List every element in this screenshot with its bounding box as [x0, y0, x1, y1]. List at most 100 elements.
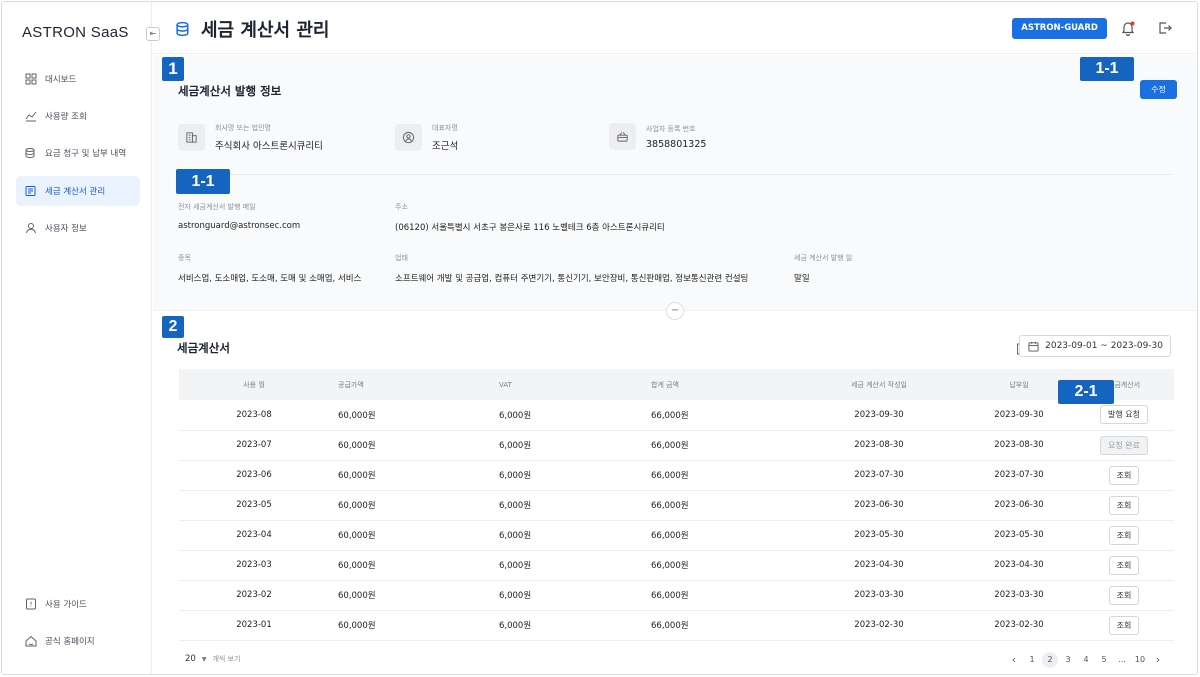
date-range-picker[interactable]: 2023-09-01 ~ 2023-09-30: [1019, 335, 1171, 357]
page-number[interactable]: 4: [1077, 652, 1095, 668]
table-row: 2023-04 60,000원 6,000원 66,000원 2023-05-30 202…: [179, 520, 1174, 551]
sidebar-item-label: 요금 청구 및 납부 내역: [45, 149, 127, 159]
page-size-select[interactable]: 20 ▼ 개씩 보기: [185, 654, 240, 664]
page-number[interactable]: 3: [1059, 652, 1077, 668]
table-cell-total: 66,000원: [634, 520, 794, 551]
table-row: 2023-03 60,000원 6,000원 66,000원 2023-04-30 202…: [179, 550, 1174, 581]
company-info: 회사명 또는 법인명 주식회사 아스트론시큐리티: [178, 123, 323, 152]
issue-info-section: 세금계산서 발행 정보 수정 회사명 또는 법인명 주식회사 아스트론시큐리티 …: [153, 55, 1197, 320]
table-cell-written: 2023-03-30: [794, 580, 964, 611]
invoice-table: 사용 월 공급가액 VAT 합계 금액 세금 계산서 작성일 납부일 세금계산서…: [179, 369, 1174, 641]
column-header[interactable]: VAT: [489, 369, 634, 400]
table-cell-written: 2023-06-30: [794, 490, 964, 521]
sidebar-item-billing[interactable]: 요금 청구 및 납부 내역: [16, 138, 140, 168]
table-row: 2023-05 60,000원 6,000원 66,000원 2023-06-30 202…: [179, 490, 1174, 521]
sidebar-item-guide[interactable]: ? 사용 가이드: [16, 589, 140, 619]
page-number[interactable]: 1: [1023, 652, 1041, 668]
column-header[interactable]: 공급가액: [329, 369, 489, 400]
table-cell-paid: 2023-04-30: [964, 550, 1074, 581]
request-issue-button[interactable]: 발행 요청: [1100, 405, 1148, 425]
type-value: 서비스업, 도소매업, 도소매, 도매 및 소매업, 서비스: [178, 274, 362, 284]
annotation-marker-1-1: 1-1: [1080, 57, 1134, 81]
email-field: 전자 세금계산서 발행 메일 astronguard@astronsec.com: [178, 202, 300, 231]
section-title: 세금계산서 발행 정보: [178, 84, 282, 98]
edit-button[interactable]: 수정: [1140, 80, 1177, 99]
view-button[interactable]: 조회: [1108, 525, 1140, 545]
sidebar-item-tax-invoice[interactable]: 세금 계산서 관리: [16, 176, 140, 206]
home-icon: [25, 635, 37, 647]
sidebar-item-label: 공식 홈페이지: [45, 637, 95, 647]
chart-icon: [25, 110, 37, 122]
chevron-right-icon[interactable]: ›: [1149, 652, 1167, 668]
table-cell-action: 조회: [1074, 580, 1174, 611]
ceo-label: 대표자명: [432, 124, 458, 132]
pagination-pages: 1 2 3 4 5... 10: [1023, 652, 1149, 668]
page-size-value: 20: [185, 654, 196, 664]
table-cell-written: 2023-04-30: [794, 550, 964, 581]
page-number[interactable]: 2: [1042, 652, 1058, 668]
top-bar: 세금 계산서 관리 ASTRON-GUARD: [153, 2, 1197, 54]
logout-icon[interactable]: [1157, 20, 1173, 36]
table-cell-written: 2023-07-30: [794, 460, 964, 491]
coins-icon: [25, 147, 37, 159]
ceo-value: 조근석: [432, 141, 459, 152]
address-field: 주소 (06120) 서울특별시 서초구 봉은사로 116 노벨테크 6층 아스…: [395, 202, 665, 233]
table-cell-supply: 60,000원: [329, 610, 489, 641]
page-size-hint: 개씩 보기: [212, 655, 241, 663]
table-cell-supply: 60,000원: [329, 520, 489, 551]
basket-icon: [609, 123, 636, 150]
issue-day-value: 말일: [794, 274, 810, 284]
sidebar-item-user-info[interactable]: 사용자 정보: [16, 213, 140, 243]
column-header[interactable]: 세금 계산서 작성일: [794, 369, 964, 400]
account-button[interactable]: ASTRON-GUARD: [1012, 18, 1107, 39]
bizno-label: 사업자 등록 번호: [646, 124, 696, 133]
table-header-row: 사용 월 공급가액 VAT 합계 금액 세금 계산서 작성일 납부일 세금계산서: [179, 369, 1174, 400]
table-cell-paid: 2023-09-30: [964, 400, 1074, 431]
table-cell-paid: 2023-07-30: [964, 460, 1074, 491]
annotation-marker-1: 1: [162, 57, 184, 81]
business-value: 소프트웨어 개발 및 공급업, 컴퓨터 주변기기, 통신기기, 보안장비, 통신…: [395, 274, 749, 284]
table-cell-supply: 60,000원: [329, 490, 489, 521]
table-cell-action: 조회: [1074, 610, 1174, 641]
company-value: 주식회사 아스트론시큐리티: [215, 141, 323, 152]
table-row: 2023-02 60,000원 6,000원 66,000원 2023-03-30 202…: [179, 580, 1174, 611]
sidebar-item-homepage[interactable]: 공식 홈페이지: [16, 626, 140, 656]
table-cell-total: 66,000원: [634, 610, 794, 641]
table-cell-month: 2023-02: [179, 580, 329, 611]
table-cell-vat: 6,000원: [489, 580, 634, 611]
app-logo[interactable]: ASTRON SaaS: [22, 24, 129, 41]
table-cell-total: 66,000원: [634, 580, 794, 611]
coins-icon: [175, 21, 192, 38]
page-number[interactable]: 10: [1131, 652, 1149, 668]
sidebar-item-label: 사용량 조회: [45, 112, 87, 122]
table-row: 2023-07 60,000원 6,000원 66,000원 2023-08-30 202…: [179, 430, 1174, 461]
table-cell-paid: 2023-06-30: [964, 490, 1074, 521]
table-cell-written: 2023-09-30: [794, 400, 964, 431]
view-button[interactable]: 조회: [1108, 615, 1140, 635]
table-cell-total: 66,000원: [634, 460, 794, 491]
bell-icon[interactable]: [1120, 20, 1136, 37]
issue-day-field: 세금 계산서 발행 일 말일: [794, 253, 852, 284]
annotation-marker-1-1: 1-1: [176, 169, 230, 194]
view-button[interactable]: 조회: [1108, 555, 1140, 575]
view-button[interactable]: 조회: [1108, 585, 1140, 605]
sidebar-item-usage[interactable]: 사용량 조회: [16, 101, 140, 131]
email-value: astronguard@astronsec.com: [178, 221, 301, 231]
annotation-marker-2: 2: [162, 316, 184, 338]
column-header[interactable]: 합계 금액: [634, 369, 794, 400]
view-button[interactable]: 조회: [1108, 465, 1140, 485]
view-button[interactable]: 조회: [1108, 495, 1140, 515]
collapse-section-button[interactable]: −: [666, 302, 684, 320]
column-header[interactable]: 사용 월: [179, 369, 329, 400]
address-value: (06120) 서울특별시 서초구 봉은사로 116 노벨테크 6층 아스트론시…: [395, 223, 665, 233]
type-field: 종목 서비스업, 도소매업, 도소매, 도매 및 소매업, 서비스: [178, 253, 361, 284]
invoice-icon: [25, 185, 37, 197]
page-number[interactable]: 5: [1095, 652, 1113, 668]
sidebar-collapse-button[interactable]: ⇤: [146, 27, 160, 41]
svg-text:?: ?: [29, 602, 32, 609]
chevron-left-icon[interactable]: ‹: [1005, 652, 1023, 668]
pagination-ellipsis: ...: [1118, 655, 1126, 664]
sidebar-item-label: 사용 가이드: [45, 600, 87, 610]
page-title-text: 세금 계산서 관리: [201, 20, 330, 41]
sidebar-item-dashboard[interactable]: 대시보드: [16, 64, 140, 94]
